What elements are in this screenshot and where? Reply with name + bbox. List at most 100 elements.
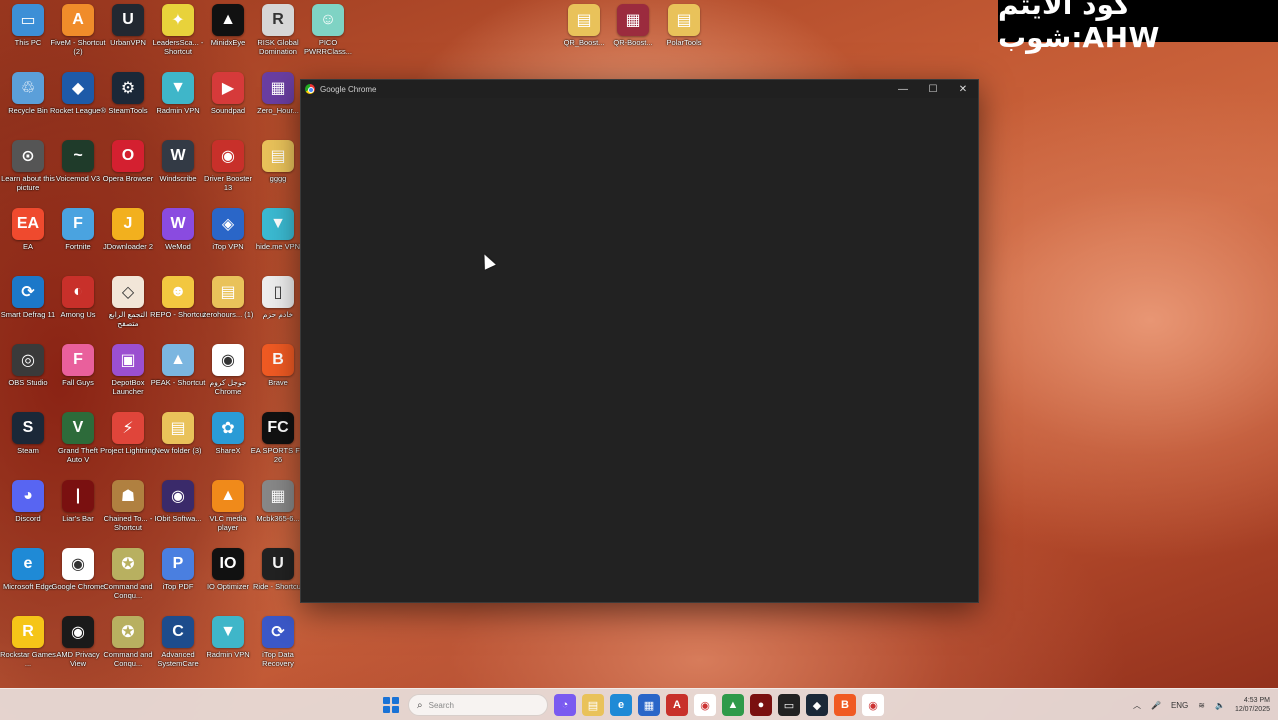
- volume-icon[interactable]: 🔈: [1215, 701, 1225, 710]
- desktop-icon[interactable]: ▦ Mcbk365-6...: [252, 480, 304, 544]
- desktop-icon[interactable]: ◆ Rocket League®: [50, 72, 106, 136]
- maximize-button[interactable]: ☐: [918, 80, 948, 98]
- desktop-icon[interactable]: R Rockstar Games ...: [0, 616, 56, 680]
- taskbar-app-app-red-icon[interactable]: A: [666, 694, 688, 716]
- desktop-icon[interactable]: ▭ This PC: [2, 4, 54, 68]
- desktop-icon[interactable]: ☗ Chained To... - Shortcut: [102, 480, 154, 544]
- desktop-icon[interactable]: ▼ Radmin VPN: [202, 616, 254, 680]
- taskbar-app-brave-icon[interactable]: B: [834, 694, 856, 716]
- desktop-icon[interactable]: F Fortnite: [52, 208, 104, 272]
- chrome-content-area[interactable]: [301, 98, 978, 602]
- taskbar-app-copilot-icon[interactable]: ◔: [554, 694, 576, 716]
- app-icon: ◇: [112, 276, 144, 308]
- desktop-icon[interactable]: FC EA SPORTS FC 26: [251, 412, 305, 476]
- taskbar-app-chrome-icon[interactable]: ◉: [694, 694, 716, 716]
- desktop-icon[interactable]: S Steam: [2, 412, 54, 476]
- clock[interactable]: 4:53 PM 12/07/2025: [1235, 696, 1270, 714]
- desktop-icon[interactable]: ◎ OBS Studio: [2, 344, 54, 408]
- desktop-icon[interactable]: ◉ Google Chrome: [52, 548, 104, 612]
- app-icon: ▤: [162, 412, 194, 444]
- desktop-icon[interactable]: ▲ VLC media player: [202, 480, 254, 544]
- start-button[interactable]: [380, 694, 402, 716]
- desktop-icon[interactable]: ◉ Driver Booster 13: [202, 140, 254, 204]
- minimize-button[interactable]: —: [888, 80, 918, 98]
- desktop-icon[interactable]: | Liar's Bar: [52, 480, 104, 544]
- desktop-icon[interactable]: ▦ QR-Boost...: [607, 4, 659, 68]
- desktop-icon[interactable]: ◉ جوجل كروم Chrome: [202, 344, 254, 408]
- desktop-icon[interactable]: U UrbanVPN: [102, 4, 154, 68]
- desktop-icon[interactable]: ✿ ShareX: [202, 412, 254, 476]
- taskbar-app-app-dark-red-icon[interactable]: ●: [750, 694, 772, 716]
- desktop-icon[interactable]: IO IO Optimizer: [202, 548, 254, 612]
- desktop-icon[interactable]: W WeMod: [152, 208, 204, 272]
- desktop-icon[interactable]: ⟳ Smart Defrag 11: [1, 276, 55, 340]
- desktop-icon[interactable]: ▯ خادم حزم: [252, 276, 304, 340]
- desktop-icon[interactable]: ▲ PEAK - Shortcut: [151, 344, 205, 408]
- desktop-icon[interactable]: ◉ IObit Softwa...: [152, 480, 204, 544]
- desktop-icon[interactable]: ♲ Recycle Bin: [2, 72, 54, 136]
- taskbar-app-app-green-icon[interactable]: ▲: [722, 694, 744, 716]
- desktop-icon[interactable]: ✪ Command and Conqu...: [102, 548, 154, 612]
- desktop-icon[interactable]: ☺ PICO PWRRClass...: [302, 4, 354, 68]
- desktop-icon[interactable]: U Ride - Shortcut: [252, 548, 304, 612]
- desktop-icon[interactable]: C Advanced SystemCare: [152, 616, 204, 680]
- desktop-icon[interactable]: ⚙ SteamTools: [102, 72, 154, 136]
- wifi-icon[interactable]: ≋: [1198, 701, 1205, 710]
- desktop-icon[interactable]: F Fall Guys: [52, 344, 104, 408]
- desktop-icon-label: Command and Conqu...: [103, 650, 153, 668]
- desktop-icon[interactable]: ✪ Command and Conqu...: [102, 616, 154, 680]
- desktop-icon[interactable]: A FiveM - Shortcut (2): [50, 4, 106, 68]
- desktop-icon[interactable]: ◉ AMD Privacy View: [52, 616, 104, 680]
- desktop-icon[interactable]: ◈ iTop VPN: [202, 208, 254, 272]
- desktop-icon[interactable]: ▤ New folder (3): [152, 412, 204, 476]
- microphone-icon[interactable]: 🎤: [1151, 701, 1161, 710]
- desktop-icon[interactable]: ⟳ iTop Data Recovery: [252, 616, 304, 680]
- desktop-icon[interactable]: PiTop PDF: [152, 548, 204, 612]
- desktop-icon[interactable]: ◐ Among Us: [52, 276, 104, 340]
- desktop-icon[interactable]: ☻ REPO - Shortcut: [150, 276, 206, 340]
- desktop-icon[interactable]: ◇ التجمع الرابع متصفح: [102, 276, 154, 340]
- taskbar-app-app-steam-icon[interactable]: ◆: [806, 694, 828, 716]
- window-titlebar[interactable]: Google Chrome — ☐ ✕: [301, 80, 978, 98]
- close-button[interactable]: ✕: [948, 80, 978, 98]
- app-icon: ◉: [62, 616, 94, 648]
- desktop-icon[interactable]: ▣ DepotBox Launcher: [102, 344, 154, 408]
- taskbar-app-terminal-icon[interactable]: ▭: [778, 694, 800, 716]
- desktop-icon[interactable]: ▼ Radmin VPN: [152, 72, 204, 136]
- language-indicator[interactable]: ENG: [1171, 701, 1188, 710]
- tray-chevron-icon[interactable]: ︿: [1133, 700, 1141, 711]
- desktop-icon[interactable]: ▤ gggg: [252, 140, 304, 204]
- desktop-icon[interactable]: V Grand Theft Auto V: [52, 412, 104, 476]
- desktop-icon[interactable]: ◕ Discord: [2, 480, 54, 544]
- taskbar-app-edge-icon[interactable]: e: [610, 694, 632, 716]
- taskbar-app-store-icon[interactable]: ▦: [638, 694, 660, 716]
- desktop-icon[interactable]: ▤ PolarTools: [658, 4, 710, 68]
- desktop-icon[interactable]: e Microsoft Edge: [2, 548, 54, 612]
- chrome-window[interactable]: Google Chrome — ☐ ✕: [300, 79, 979, 603]
- app-icon: ☻: [162, 276, 194, 308]
- taskbar-app-file-explorer-icon[interactable]: ▤: [582, 694, 604, 716]
- desktop-icon[interactable]: ▤ zerohours... (1): [202, 276, 254, 340]
- desktop-icon-label: DepotBox Launcher: [111, 378, 145, 396]
- desktop-icon[interactable]: J JDownloader 2: [102, 208, 154, 272]
- desktop-icon[interactable]: W Windscribe: [152, 140, 204, 204]
- desktop-icon[interactable]: ▲ MinidxEye: [202, 4, 254, 68]
- desktop-icon[interactable]: ⊙ Learn about this picture: [1, 140, 55, 204]
- desktop-icon[interactable]: ~ Voicemod V3: [52, 140, 104, 204]
- desktop-icon-label: Opera Browser: [102, 174, 154, 183]
- desktop-icon-label: WeMod: [165, 242, 191, 251]
- taskbar-search[interactable]: ⌕ Search: [408, 694, 548, 716]
- desktop-icon[interactable]: ⚡ Project Lightning: [100, 412, 156, 476]
- taskbar-app-chrome-2-icon[interactable]: ◉: [862, 694, 884, 716]
- desktop-icon[interactable]: R RISK Global Domination: [252, 4, 304, 68]
- desktop-icon[interactable]: ▼ hide.me VPN: [252, 208, 304, 272]
- desktop-icon[interactable]: EA EA: [2, 208, 54, 272]
- desktop-icon[interactable]: ▶ Soundpad: [202, 72, 254, 136]
- desktop-icon[interactable]: ▤ QR_Boost...: [558, 4, 610, 68]
- desktop-icon-label: This PC: [14, 38, 42, 47]
- desktop-icon[interactable]: O Opera Browser: [102, 140, 154, 204]
- desktop-icon[interactable]: ▦ Zero_Hour...: [252, 72, 304, 136]
- app-icon: U: [112, 4, 144, 36]
- desktop-icon[interactable]: B Brave: [252, 344, 304, 408]
- desktop-icon[interactable]: ✦ LeadersSca... - Shortcut: [152, 4, 204, 68]
